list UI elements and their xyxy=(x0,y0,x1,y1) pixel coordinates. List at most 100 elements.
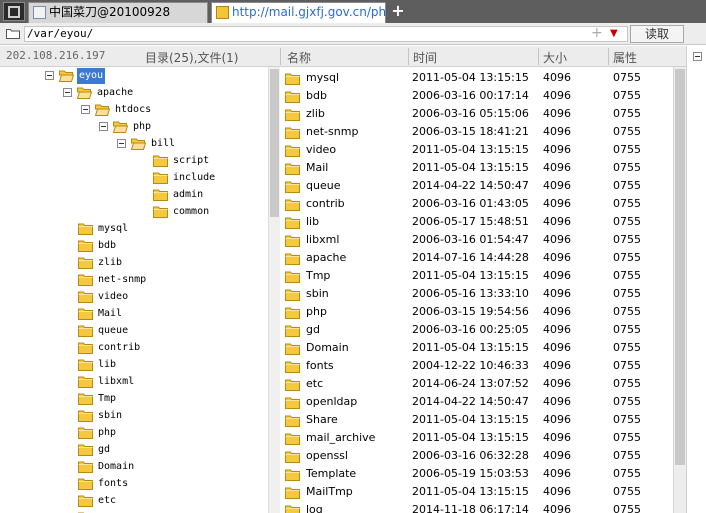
tree-node[interactable]: Mail xyxy=(0,306,268,322)
read-button[interactable]: 读取 xyxy=(630,25,684,43)
folder-icon xyxy=(285,324,300,337)
tree-node[interactable]: etc xyxy=(0,493,268,509)
collapse-icon[interactable] xyxy=(81,105,90,114)
chevron-down-icon[interactable]: ▼ xyxy=(610,27,618,41)
scrollbar-thumb[interactable] xyxy=(675,69,685,465)
column-header-size[interactable]: 大小 xyxy=(543,49,567,66)
tree-node-label: contrib xyxy=(98,342,141,353)
file-row[interactable]: Share 2011-05-04 13:15:15 4096 0755 xyxy=(280,411,673,429)
file-size: 4096 xyxy=(543,341,571,354)
file-row[interactable]: log 2014-11-18 06:17:14 4096 0755 xyxy=(280,501,673,513)
folder-icon xyxy=(78,324,93,337)
tree-node[interactable]: Domain xyxy=(0,459,268,475)
file-row[interactable]: lib 2006-05-17 15:48:51 4096 0755 xyxy=(280,213,673,231)
file-time: 2006-03-16 00:17:14 xyxy=(412,89,529,102)
file-row[interactable]: contrib 2006-03-16 01:43:05 4096 0755 xyxy=(280,195,673,213)
tree-node[interactable]: contrib xyxy=(0,340,268,356)
new-tab-button[interactable]: + xyxy=(391,2,405,20)
tree-node[interactable]: video xyxy=(0,289,268,305)
file-row[interactable]: etc 2014-06-24 13:07:52 4096 0755 xyxy=(280,375,673,393)
tree-node[interactable]: php xyxy=(0,119,268,135)
file-row[interactable]: Mail 2011-05-04 13:15:15 4096 0755 xyxy=(280,159,673,177)
tab-caidao[interactable]: 中国菜刀@20100928 xyxy=(28,2,208,23)
collapse-icon[interactable] xyxy=(63,88,72,97)
tree-node[interactable]: gd xyxy=(0,442,268,458)
file-row[interactable]: bdb 2006-03-16 00:17:14 4096 0755 xyxy=(280,87,673,105)
tree-node[interactable]: admin xyxy=(0,187,268,203)
tree-node[interactable]: common xyxy=(0,204,268,220)
file-row[interactable]: Tmp 2011-05-04 13:15:15 4096 0755 xyxy=(280,267,673,285)
file-row[interactable]: apache 2014-07-16 14:44:28 4096 0755 xyxy=(280,249,673,267)
tab-shell-url[interactable]: http://mail.gjxfj.gov.cn/php/bi... xyxy=(211,2,386,23)
folder-icon xyxy=(285,216,300,229)
file-time: 2014-07-16 14:44:28 xyxy=(412,251,529,264)
window-menu-icon[interactable] xyxy=(3,2,25,21)
list-scrollbar[interactable] xyxy=(673,67,686,513)
tree-node[interactable]: net-snmp xyxy=(0,272,268,288)
file-row[interactable]: openssl 2006-03-16 06:32:28 4096 0755 xyxy=(280,447,673,465)
file-row[interactable]: zlib 2006-03-16 05:15:06 4096 0755 xyxy=(280,105,673,123)
file-attr: 0755 xyxy=(613,215,641,228)
file-row[interactable]: mysql 2011-05-04 13:15:15 4096 0755 xyxy=(280,69,673,87)
tree-node[interactable]: eyou xyxy=(0,68,268,84)
file-attr: 0755 xyxy=(613,71,641,84)
tree-node[interactable]: htdocs xyxy=(0,102,268,118)
path-input[interactable]: /var/eyou/ xyxy=(24,26,628,42)
file-row[interactable]: openldap 2014-04-22 14:50:47 4096 0755 xyxy=(280,393,673,411)
file-row[interactable]: php 2006-03-15 19:54:56 4096 0755 xyxy=(280,303,673,321)
tree-node[interactable]: libxml xyxy=(0,374,268,390)
list-header: 202.108.216.197 目录(25),文件(1) 名称 时间 大小 属性 xyxy=(0,46,706,67)
folder-icon xyxy=(285,468,300,481)
column-header-name[interactable]: 名称 xyxy=(287,49,311,66)
tree-node[interactable]: apache xyxy=(0,85,268,101)
tree-node-label: php xyxy=(98,427,117,438)
file-size: 4096 xyxy=(543,485,571,498)
file-size: 4096 xyxy=(543,233,571,246)
tree-node[interactable]: php xyxy=(0,425,268,441)
column-header-attr[interactable]: 属性 xyxy=(613,49,637,66)
tree-scrollbar[interactable] xyxy=(268,67,280,513)
tree-node-label: apache xyxy=(97,87,134,98)
collapse-icon[interactable] xyxy=(45,71,54,80)
file-row[interactable]: fonts 2004-12-22 10:46:33 4096 0755 xyxy=(280,357,673,375)
folder-icon xyxy=(78,409,93,422)
tree-node[interactable]: mysql xyxy=(0,221,268,237)
tree-node[interactable]: fonts xyxy=(0,476,268,492)
tree-node[interactable]: Tmp xyxy=(0,391,268,407)
collapse-icon[interactable] xyxy=(117,139,126,148)
file-row[interactable]: mail_archive 2011-05-04 13:15:15 4096 0755 xyxy=(280,429,673,447)
tree-node[interactable]: include xyxy=(0,170,268,186)
folder-icon xyxy=(6,28,20,39)
file-row[interactable]: Template 2006-05-19 15:03:53 4096 0755 xyxy=(280,465,673,483)
tree-node[interactable]: queue xyxy=(0,323,268,339)
file-attr: 0755 xyxy=(613,503,641,513)
file-attr: 0755 xyxy=(613,305,641,318)
tree-node[interactable]: zlib xyxy=(0,255,268,271)
file-row[interactable]: libxml 2006-03-16 01:54:47 4096 0755 xyxy=(280,231,673,249)
file-row[interactable]: MailTmp 2011-05-04 13:15:15 4096 0755 xyxy=(280,483,673,501)
tree-node[interactable]: script xyxy=(0,153,268,169)
file-row[interactable]: sbin 2006-05-16 13:33:10 4096 0755 xyxy=(280,285,673,303)
tree-node[interactable]: lib xyxy=(0,357,268,373)
tree-node[interactable]: bill xyxy=(0,136,268,152)
tab-bar: 中国菜刀@20100928 http://mail.gjxfj.gov.cn/p… xyxy=(0,0,706,23)
file-name: etc xyxy=(306,377,324,390)
file-row[interactable]: queue 2014-04-22 14:50:47 4096 0755 xyxy=(280,177,673,195)
file-size: 4096 xyxy=(543,161,571,174)
scrollbar-thumb[interactable] xyxy=(270,69,279,217)
file-row[interactable]: Domain 2011-05-04 13:15:15 4096 0755 xyxy=(280,339,673,357)
file-name: mail_archive xyxy=(306,431,376,444)
collapse-icon[interactable] xyxy=(99,122,108,131)
file-time: 2006-03-16 05:15:06 xyxy=(412,107,529,120)
file-row[interactable]: gd 2006-03-16 00:25:05 4096 0755 xyxy=(280,321,673,339)
file-name: video xyxy=(306,143,337,156)
tree-node[interactable]: sbin xyxy=(0,408,268,424)
bookmark-add-icon[interactable]: + xyxy=(591,26,603,40)
file-size: 4096 xyxy=(543,467,571,480)
file-row[interactable]: video 2011-05-04 13:15:15 4096 0755 xyxy=(280,141,673,159)
collapse-icon[interactable] xyxy=(693,52,702,61)
column-header-time[interactable]: 时间 xyxy=(413,49,437,66)
file-row[interactable]: net-snmp 2006-03-15 18:41:21 4096 0755 xyxy=(280,123,673,141)
tree-node-label: video xyxy=(98,291,129,302)
tree-node[interactable]: bdb xyxy=(0,238,268,254)
